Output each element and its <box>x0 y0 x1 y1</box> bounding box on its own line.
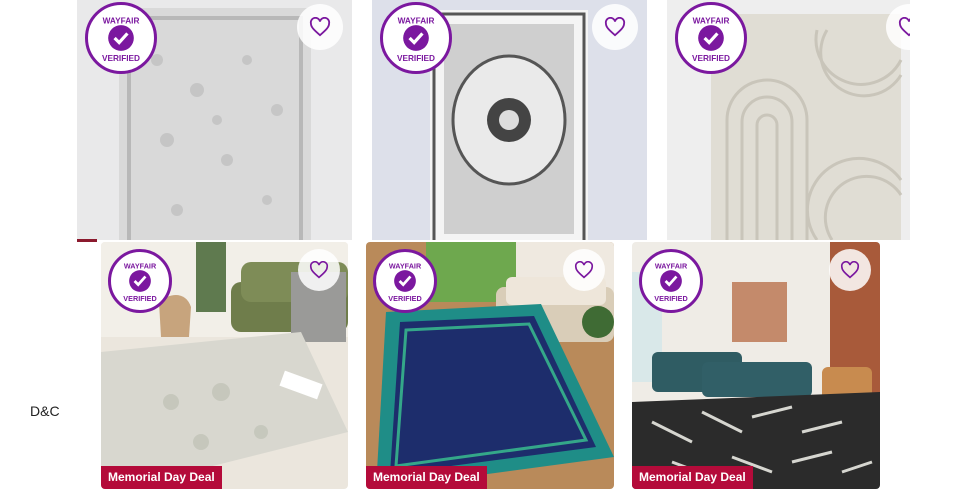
badge-bottom-text: VERIFIED <box>654 294 687 303</box>
memorial-day-deal-badge: Memorial Day Deal <box>101 466 222 489</box>
wayfair-verified-badge: WAYFAIR VERIFIED <box>85 2 157 74</box>
wayfair-verified-badge: WAYFAIR VERIFIED <box>373 249 437 313</box>
heart-icon <box>898 17 910 37</box>
brand-label: D&C <box>30 403 60 419</box>
memorial-day-deal-badge: Memorial Day Deal <box>366 466 487 489</box>
badge-bottom-text: VERIFIED <box>102 54 140 63</box>
favorite-button[interactable] <box>297 4 343 50</box>
heart-icon <box>309 261 329 279</box>
wayfair-verified-badge: WAYFAIR VERIFIED <box>108 249 172 313</box>
heart-icon <box>309 17 331 37</box>
favorite-button[interactable] <box>563 249 605 291</box>
divider-accent <box>77 239 97 242</box>
badge-bottom-text: VERIFIED <box>397 54 435 63</box>
favorite-button[interactable] <box>829 249 871 291</box>
badge-bottom-text: VERIFIED <box>123 294 156 303</box>
badge-top-text: WAYFAIR <box>398 16 435 25</box>
badge-top-text: WAYFAIR <box>124 261 157 270</box>
heart-icon <box>840 261 860 279</box>
memorial-day-deal-badge: Memorial Day Deal <box>632 466 753 489</box>
heart-icon <box>574 261 594 279</box>
product-card-5[interactable]: WAYFAIR VERIFIED Memorial Day Deal <box>366 242 614 489</box>
product-card-1[interactable]: WAYFAIR VERIFIED <box>77 0 352 240</box>
wayfair-verified-badge: WAYFAIR VERIFIED <box>639 249 703 313</box>
badge-bottom-text: VERIFIED <box>388 294 421 303</box>
badge-top-text: WAYFAIR <box>103 16 140 25</box>
favorite-button[interactable] <box>592 4 638 50</box>
product-card-4[interactable]: WAYFAIR VERIFIED Memorial Day Deal <box>101 242 348 489</box>
product-card-2[interactable]: WAYFAIR VERIFIED <box>372 0 647 240</box>
badge-top-text: WAYFAIR <box>655 261 688 270</box>
wayfair-verified-badge: WAYFAIR VERIFIED <box>380 2 452 74</box>
product-card-6[interactable]: WAYFAIR VERIFIED Memorial Day Deal <box>632 242 880 489</box>
badge-bottom-text: VERIFIED <box>692 54 730 63</box>
heart-icon <box>604 17 626 37</box>
wayfair-verified-badge: WAYFAIR VERIFIED <box>675 2 747 74</box>
badge-top-text: WAYFAIR <box>693 16 730 25</box>
favorite-button[interactable] <box>298 249 340 291</box>
badge-top-text: WAYFAIR <box>389 261 422 270</box>
product-card-3[interactable]: WAYFAIR VERIFIED <box>667 0 910 240</box>
